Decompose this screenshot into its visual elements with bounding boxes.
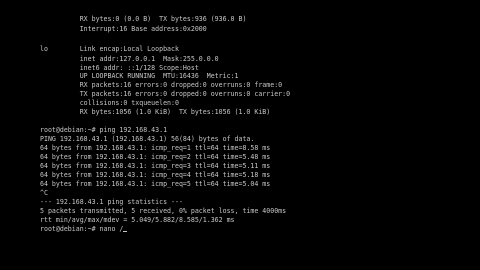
terminal-line: 64 bytes from 192.168.43.1: icmp_req=5 t… — [40, 180, 271, 188]
text-cursor — [123, 231, 128, 232]
terminal-line: UP LOOPBACK RUNNING MTU:16436 Metric:1 — [40, 72, 239, 80]
terminal-line: 64 bytes from 192.168.43.1: icmp_req=2 t… — [40, 153, 271, 161]
terminal-line: RX bytes:0 (0.0 B) TX bytes:936 (936.0 B… — [40, 15, 247, 23]
terminal-command-text: root@debian:~# nano / — [40, 225, 124, 233]
terminal-line: collisions:0 txqueuelen:0 — [40, 99, 179, 107]
terminal-line: 64 bytes from 192.168.43.1: icmp_req=4 t… — [40, 171, 271, 179]
terminal-line: 64 bytes from 192.168.43.1: icmp_req=1 t… — [40, 144, 271, 152]
terminal-input-line[interactable]: root@debian:~# nano / — [40, 225, 128, 233]
terminal-line: Interrupt:16 Base address:0x2000 — [40, 25, 207, 33]
terminal-line: 64 bytes from 192.168.43.1: icmp_req=3 t… — [40, 162, 271, 170]
terminal-line: PING 192.168.43.1 (192.168.43.1) 56(84) … — [40, 135, 255, 143]
terminal-line: inet6 addr: ::1/128 Scope:Host — [40, 64, 199, 72]
terminal-prompt-line: root@debian:~# ping 192.168.43.1 — [40, 126, 168, 134]
terminal-line: 5 packets transmitted, 5 received, 0% pa… — [40, 207, 287, 215]
terminal-line: --- 192.168.43.1 ping statistics --- — [40, 198, 183, 206]
terminal-line: rtt min/avg/max/mdev = 5.049/5.882/8.585… — [40, 216, 235, 224]
terminal-line: inet addr:127.0.0.1 Mask:255.0.0.0 — [40, 55, 219, 63]
terminal-line: TX packets:16 errors:0 dropped:0 overrun… — [40, 90, 291, 98]
terminal-line: RX packets:16 errors:0 dropped:0 overrun… — [40, 81, 283, 89]
terminal-line: lo Link encap:Local Loopback — [40, 45, 179, 53]
terminal-line: ^C — [40, 189, 48, 197]
terminal-window[interactable]: RX bytes:0 (0.0 B) TX bytes:936 (936.0 B… — [0, 0, 480, 270]
terminal-line: RX bytes:1056 (1.0 KiB) TX bytes:1056 (1… — [40, 108, 271, 116]
